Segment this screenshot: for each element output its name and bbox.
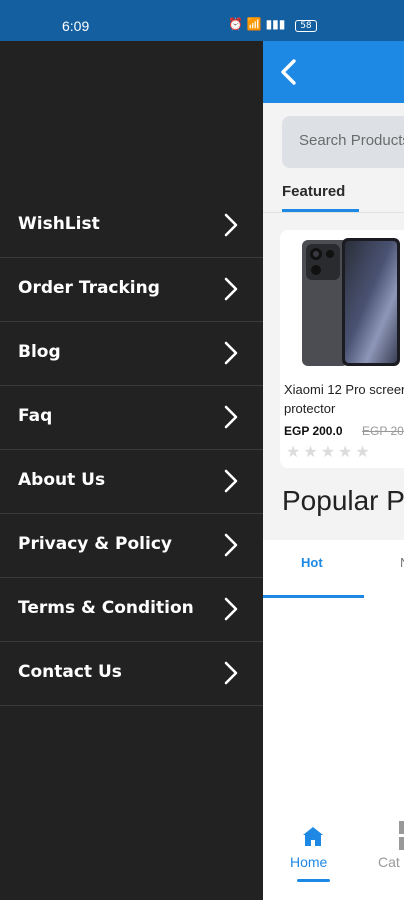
product-old-price: EGP 20 — [362, 424, 404, 438]
search-input[interactable]: Search Products — [282, 116, 404, 168]
star-icon: ★ — [303, 442, 321, 461]
star-icon: ★ — [355, 442, 373, 461]
product-name: Xiaomi 12 Pro screen protector — [284, 382, 404, 416]
chevron-right-icon — [224, 661, 238, 685]
drawer-item-label: Contact Us — [18, 662, 122, 682]
drawer-item-label: Order Tracking — [18, 278, 160, 298]
drawer-item-label: Faq — [18, 406, 53, 426]
star-icon: ★ — [338, 442, 356, 461]
tab-divider — [263, 212, 404, 213]
chevron-right-icon — [224, 213, 238, 237]
tab-featured-indicator — [282, 209, 359, 212]
chevron-right-icon — [224, 405, 238, 429]
drawer-item-label: Privacy & Policy — [18, 534, 172, 554]
drawer-item-wishlist[interactable]: WishList — [0, 194, 263, 258]
drawer-item-privacy-policy[interactable]: Privacy & Policy — [0, 514, 263, 578]
chevron-right-icon — [224, 469, 238, 493]
tab-next[interactable]: N — [400, 555, 404, 570]
star-icon: ★ — [320, 442, 339, 461]
search-placeholder: Search Products — [299, 132, 404, 149]
drawer-item-about-us[interactable]: About Us — [0, 450, 263, 514]
nav-home-indicator — [297, 879, 330, 882]
chevron-right-icon — [224, 533, 238, 557]
nav-categories-label[interactable]: Cat — [378, 854, 400, 870]
chevron-right-icon — [224, 597, 238, 621]
chevron-right-icon — [224, 341, 238, 365]
status-time: 6:09 — [62, 18, 90, 34]
product-card[interactable]: Xiaomi 12 Pro screen protector EGP 200.0… — [280, 230, 404, 468]
tab-hot[interactable]: Hot — [301, 555, 323, 570]
drawer-item-contact-us[interactable]: Contact Us — [0, 642, 263, 706]
popular-tabs: Hot N — [263, 540, 404, 598]
wifi-icon: 📶 — [246, 17, 262, 31]
chevron-left-icon — [281, 59, 296, 85]
star-icon: ★ — [286, 442, 304, 461]
section-title-popular: Popular P — [282, 485, 404, 516]
chevron-right-icon — [224, 277, 238, 301]
battery-icon: 58 — [295, 20, 317, 32]
status-icons: ⏰ 📶 ▮▮▮ 58 — [228, 17, 317, 32]
nav-home-label[interactable]: Home — [290, 854, 327, 870]
tab-featured[interactable]: Featured — [282, 183, 345, 200]
drawer-item-label: About Us — [18, 470, 106, 490]
home-icon[interactable] — [301, 825, 325, 849]
alarm-icon: ⏰ — [228, 17, 243, 31]
product-image — [302, 238, 400, 366]
status-bar: 6:09 ⏰ 📶 ▮▮▮ 58 — [0, 0, 404, 41]
popular-content — [263, 598, 404, 805]
drawer-menu: WishList Order Tracking Blog Faq About U… — [0, 194, 263, 706]
navigation-drawer: WishList Order Tracking Blog Faq About U… — [0, 41, 263, 900]
bottom-navigation: Home Cat — [263, 805, 404, 900]
drawer-item-blog[interactable]: Blog — [0, 322, 263, 386]
categories-icon[interactable] — [397, 821, 404, 853]
product-price: EGP 200.0 — [284, 424, 343, 438]
signal-icon: ▮▮▮ — [265, 17, 286, 31]
back-button[interactable] — [276, 57, 302, 87]
drawer-item-label: Terms & Condition — [18, 598, 194, 618]
drawer-item-label: WishList — [18, 214, 100, 234]
drawer-item-order-tracking[interactable]: Order Tracking — [0, 258, 263, 322]
drawer-item-faq[interactable]: Faq — [0, 386, 263, 450]
drawer-item-label: Blog — [18, 342, 61, 362]
drawer-item-terms-condition[interactable]: Terms & Condition — [0, 578, 263, 642]
rating-stars: ★★★★★ — [286, 442, 373, 461]
